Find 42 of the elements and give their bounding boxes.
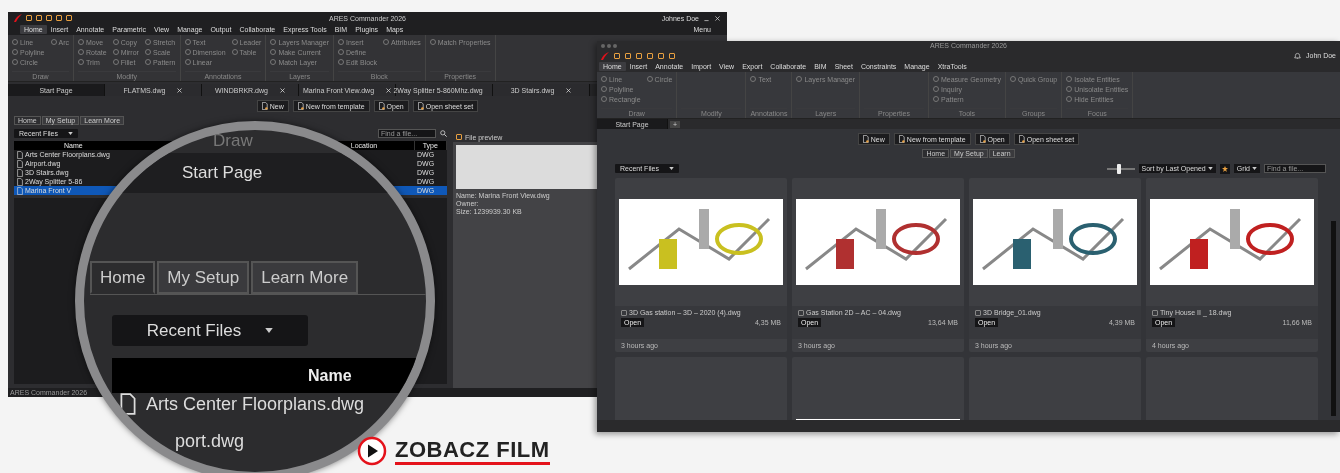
- caret-icon: [67, 132, 73, 135]
- document-icon: [378, 102, 385, 110]
- file-name: Arts Center Floorplans.dwg: [146, 393, 365, 415]
- caret-icon: [1207, 167, 1213, 170]
- document-icon: [417, 102, 424, 110]
- caret-icon: [265, 328, 274, 333]
- scrollbar[interactable]: [1331, 221, 1336, 416]
- page-tab[interactable]: Home: [90, 261, 156, 294]
- checkbox-icon[interactable]: [798, 309, 804, 316]
- close-icon[interactable]: [177, 87, 183, 93]
- close-icon[interactable]: [566, 87, 572, 93]
- page-tab[interactable]: Learn More: [251, 261, 359, 294]
- recent-files-dropdown[interactable]: Recent Files: [112, 315, 308, 346]
- logo-icon[interactable]: [601, 51, 609, 60]
- close-icon[interactable]: [714, 14, 721, 22]
- slider-thumb[interactable]: [1117, 163, 1122, 174]
- file-icon: [120, 393, 136, 415]
- preview-icon[interactable]: [456, 134, 462, 140]
- document-icon: [1018, 135, 1025, 143]
- document-icon: [261, 102, 268, 110]
- document-icon: [862, 135, 869, 143]
- video-link[interactable]: ZOBACZ FILM: [357, 436, 550, 466]
- close-icon[interactable]: [386, 87, 392, 93]
- document-icon: [898, 135, 905, 143]
- document-icon: [979, 135, 986, 143]
- star-icon[interactable]: [1219, 163, 1230, 174]
- logo-icon[interactable]: [14, 14, 22, 22]
- checkbox-icon[interactable]: [621, 309, 627, 316]
- checkbox-icon[interactable]: [975, 309, 981, 316]
- page-tab[interactable]: My Setup: [157, 261, 250, 294]
- play-icon[interactable]: [357, 436, 387, 466]
- close-icon[interactable]: [279, 87, 285, 93]
- caret-icon: [1252, 167, 1257, 170]
- checkbox-icon[interactable]: [1152, 309, 1158, 316]
- ribbon-group-label: Draw: [213, 131, 253, 151]
- file-name: port.dwg: [175, 431, 245, 452]
- caret-icon: [668, 167, 674, 170]
- document-icon: [297, 102, 304, 110]
- column-header[interactable]: Name: [308, 366, 352, 385]
- bell-icon[interactable]: [1294, 52, 1302, 59]
- search-icon[interactable]: [440, 130, 447, 137]
- document-tab[interactable]: Start Page: [182, 163, 263, 183]
